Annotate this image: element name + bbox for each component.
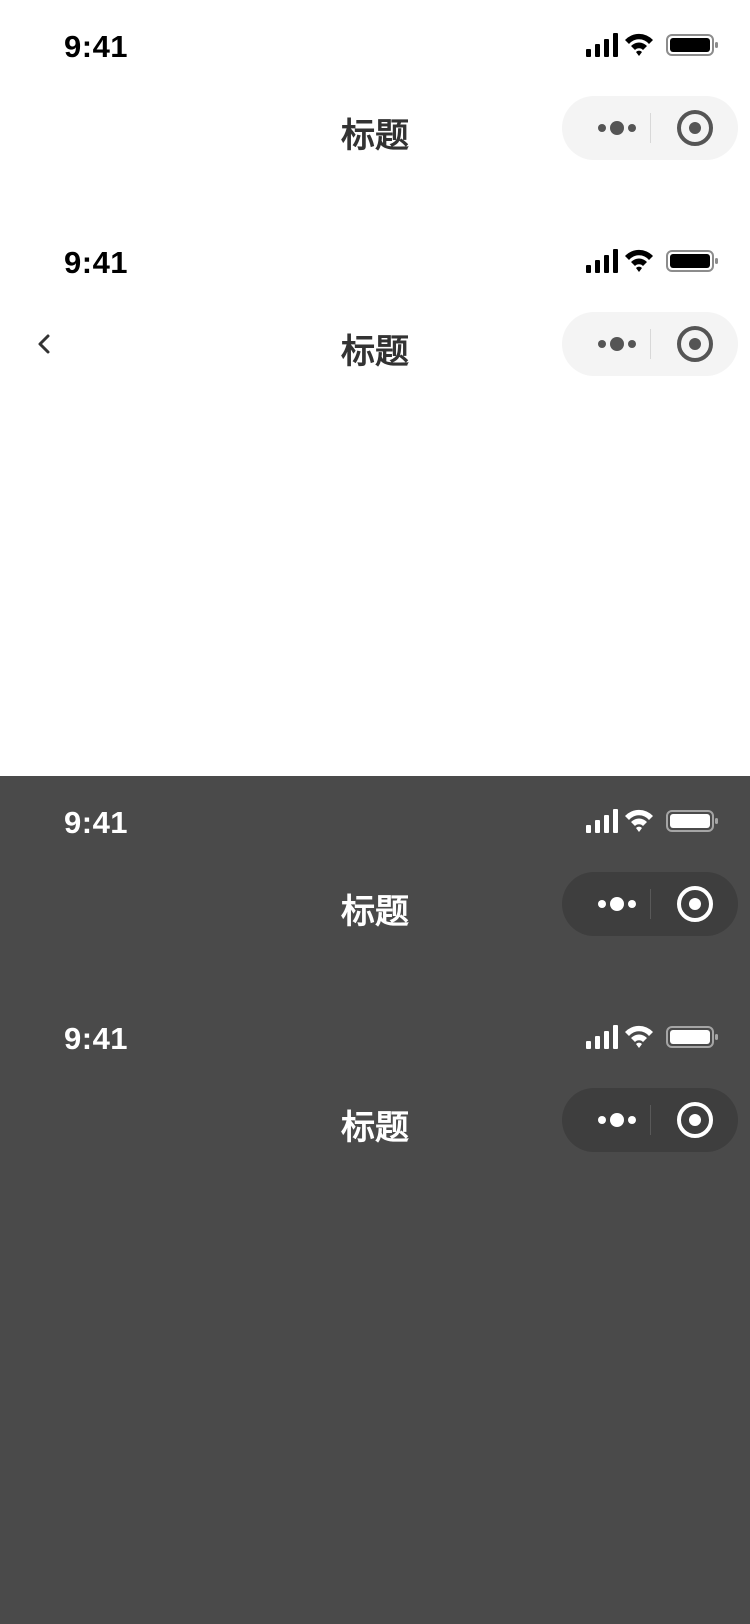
- capsule-menu: [562, 872, 738, 936]
- capsule-divider: [650, 329, 651, 359]
- status-bar-icons: [586, 249, 718, 273]
- nav-header: 9:41 标题: [0, 992, 750, 1192]
- cellular-signal-icon: [586, 249, 618, 273]
- status-bar-time: 9:41: [64, 29, 129, 64]
- status-bar-time: 9:41: [64, 805, 129, 840]
- capsule-divider: [650, 889, 651, 919]
- nav-header: 9:41 标题: [0, 0, 750, 200]
- wifi-icon: [625, 33, 653, 56]
- close-miniprogram-icon[interactable]: [667, 96, 727, 160]
- dark-theme-section: 9:41 标题 9:41 标题: [0, 776, 750, 1624]
- battery-icon: [666, 810, 718, 832]
- status-bar-time: 9:41: [64, 1021, 129, 1056]
- nav-header-with-back: 9:41 标题: [0, 216, 750, 416]
- cellular-signal-icon: [586, 809, 618, 833]
- cellular-signal-icon: [586, 33, 618, 57]
- capsule-divider: [650, 113, 651, 143]
- close-miniprogram-icon[interactable]: [667, 312, 727, 376]
- nav-header: 9:41 标题: [0, 776, 750, 976]
- status-bar-time: 9:41: [64, 245, 129, 280]
- light-theme-section: 9:41 标题 9:41 标题: [0, 0, 750, 776]
- close-miniprogram-icon[interactable]: [667, 1088, 727, 1152]
- wifi-icon: [625, 809, 653, 832]
- battery-icon: [666, 250, 718, 272]
- status-bar-icons: [586, 33, 718, 57]
- wifi-icon: [625, 1025, 653, 1048]
- battery-icon: [666, 34, 718, 56]
- capsule-menu: [562, 1088, 738, 1152]
- capsule-menu: [562, 312, 738, 376]
- cellular-signal-icon: [586, 1025, 618, 1049]
- battery-icon: [666, 1026, 718, 1048]
- wifi-icon: [625, 249, 653, 272]
- status-bar-icons: [586, 809, 718, 833]
- status-bar-icons: [586, 1025, 718, 1049]
- close-miniprogram-icon[interactable]: [667, 872, 727, 936]
- capsule-menu: [562, 96, 738, 160]
- capsule-divider: [650, 1105, 651, 1135]
